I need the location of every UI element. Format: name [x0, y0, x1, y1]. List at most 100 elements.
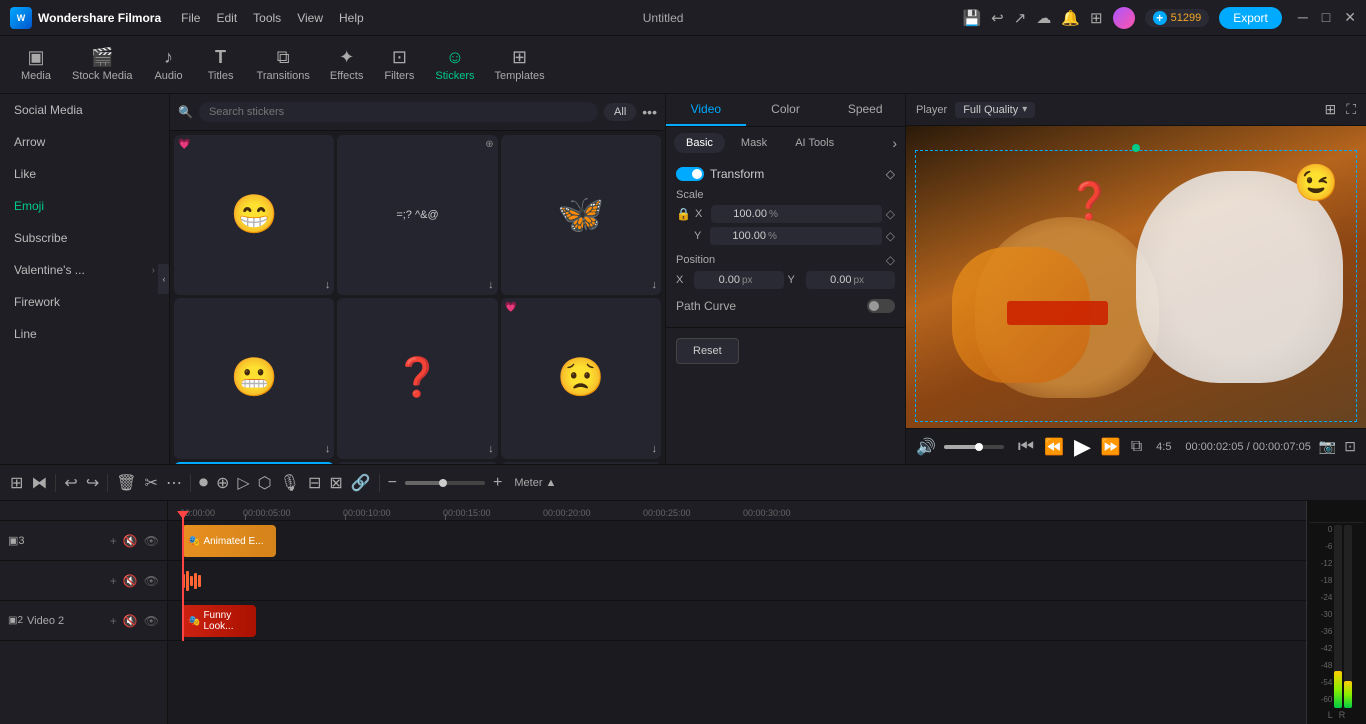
sticker-cell-3[interactable]: 🦋 ↓: [501, 135, 661, 295]
scale-x-field[interactable]: %: [711, 205, 882, 223]
sub-tab-more-icon[interactable]: ›: [892, 135, 897, 151]
menu-view[interactable]: View: [297, 11, 323, 25]
minimize-button[interactable]: ─: [1298, 9, 1308, 26]
scale-x-input[interactable]: [717, 208, 767, 220]
undo-icon[interactable]: ↩: [64, 473, 77, 493]
zoom-slider-wrap[interactable]: [405, 481, 485, 485]
toolbar-item-stickers[interactable]: ☺ Stickers: [425, 43, 484, 86]
sticker-cell-6[interactable]: 😟 💗 ↓: [501, 298, 661, 458]
menu-file[interactable]: File: [181, 11, 200, 25]
play-icon[interactable]: ▶: [1074, 434, 1091, 460]
fullscreen-icon[interactable]: ⛶: [1346, 101, 1356, 118]
volume-icon[interactable]: 🔊: [916, 437, 936, 457]
playhead[interactable]: [182, 517, 184, 641]
share-icon[interactable]: ↗: [1014, 9, 1027, 27]
pos-x-field[interactable]: px: [694, 271, 784, 289]
sidebar-item-arrow[interactable]: Arrow: [0, 126, 169, 158]
menu-help[interactable]: Help: [339, 11, 364, 25]
clip-animated[interactable]: 🎭 Animated E...: [182, 525, 276, 557]
shield-icon[interactable]: ⬡: [258, 473, 272, 493]
track-add-icon[interactable]: ⊞: [10, 473, 23, 493]
pip-icon[interactable]: ⊡: [1344, 438, 1356, 455]
collapse-sidebar-btn[interactable]: ‹: [158, 264, 170, 294]
tab-video[interactable]: Video: [666, 94, 746, 126]
meter-label[interactable]: Meter ▲: [514, 477, 556, 489]
sidebar-item-social-media[interactable]: Social Media: [0, 94, 169, 126]
more-tools-icon[interactable]: ⋯: [166, 473, 182, 493]
track3-mute-icon[interactable]: 🔇: [123, 534, 138, 548]
track2-add-icon[interactable]: +: [110, 614, 117, 628]
sub-tab-ai[interactable]: AI Tools: [783, 133, 846, 153]
sidebar-item-valentines[interactable]: Valentine's ... ›: [0, 254, 169, 286]
sticker-cell-1[interactable]: 😁 💗 ↓: [174, 135, 334, 295]
export-button[interactable]: Export: [1219, 7, 1282, 29]
redo-icon[interactable]: ↪: [86, 473, 99, 493]
pos-y-input[interactable]: [812, 274, 852, 286]
track3-eye-icon[interactable]: 👁: [144, 534, 159, 548]
toolbar-item-stock[interactable]: 🎬 Stock Media: [62, 43, 143, 86]
toolbar-item-templates[interactable]: ⊞ Templates: [484, 43, 554, 86]
compound-icon[interactable]: ⊠: [329, 473, 342, 493]
undo-title-icon[interactable]: ↩: [991, 9, 1004, 27]
transform-reset-icon[interactable]: ◇: [886, 167, 895, 181]
snapshot-icon[interactable]: 📷: [1319, 438, 1336, 455]
reset-button[interactable]: Reset: [676, 338, 739, 364]
clip-icon[interactable]: ▷: [237, 473, 249, 493]
cut-icon[interactable]: ✂: [145, 473, 158, 493]
position-diamond[interactable]: ◇: [886, 253, 895, 267]
link-icon[interactable]: 🔗: [351, 473, 371, 493]
audio-mute-icon[interactable]: 🔇: [123, 574, 138, 588]
layout-icon[interactable]: ⊟: [308, 473, 321, 493]
sidebar-item-subscribe[interactable]: Subscribe: [0, 222, 169, 254]
sidebar-item-line[interactable]: Line: [0, 318, 169, 350]
filter-dropdown[interactable]: All: [604, 103, 636, 121]
toolbar-item-audio[interactable]: ♪ Audio: [143, 43, 195, 86]
path-curve-toggle[interactable]: [867, 299, 895, 313]
more-icon[interactable]: •••: [642, 104, 657, 120]
zoom-in-icon[interactable]: +: [493, 474, 502, 492]
toolbar-item-filters[interactable]: ⊡ Filters: [373, 43, 425, 86]
grid-view-icon[interactable]: ⊞: [1324, 101, 1336, 118]
toolbar-item-transitions[interactable]: ⧉ Transitions: [247, 43, 320, 86]
volume-slider[interactable]: [944, 445, 1004, 449]
audio-eye-icon[interactable]: 👁: [144, 574, 159, 588]
search-input[interactable]: [199, 102, 598, 122]
motion-icon[interactable]: ⊕: [216, 473, 229, 493]
save-icon[interactable]: 💾: [962, 9, 981, 27]
transform-header[interactable]: Transform ◇: [676, 167, 895, 181]
quality-dropdown[interactable]: Full Quality ▾: [955, 102, 1035, 118]
scale-y-diamond[interactable]: ◇: [886, 229, 895, 243]
pos-y-field[interactable]: px: [806, 271, 896, 289]
maximize-button[interactable]: □: [1322, 9, 1330, 26]
step-forward-icon[interactable]: ⏩: [1101, 437, 1121, 457]
sticker-cell-5[interactable]: ❓ ↓: [337, 298, 497, 458]
sidebar-item-emoji[interactable]: Emoji: [0, 190, 169, 222]
sticker-cell-4[interactable]: 😬 ↓: [174, 298, 334, 458]
menu-edit[interactable]: Edit: [216, 11, 237, 25]
sidebar-item-firework[interactable]: Firework: [0, 286, 169, 318]
audio-add-icon[interactable]: +: [110, 574, 117, 588]
sub-tab-mask[interactable]: Mask: [729, 133, 779, 153]
close-button[interactable]: ✕: [1344, 9, 1356, 26]
sticker-cell-2[interactable]: =;? ^&@ ↓ ⊕: [337, 135, 497, 295]
cloud-icon[interactable]: ☁: [1036, 9, 1051, 27]
toolbar-item-effects[interactable]: ✦ Effects: [320, 43, 373, 86]
loop-icon[interactable]: ⧉: [1131, 438, 1142, 456]
mic-icon[interactable]: 🎙: [280, 473, 300, 493]
zoom-out-icon[interactable]: −: [388, 474, 397, 492]
sidebar-item-like[interactable]: Like: [0, 158, 169, 190]
sub-tab-basic[interactable]: Basic: [674, 133, 725, 153]
scale-x-diamond[interactable]: ◇: [886, 207, 895, 221]
lock-icon[interactable]: 🔒: [676, 207, 691, 221]
magnetic-snap-icon[interactable]: ⧓: [31, 473, 47, 493]
step-back-icon[interactable]: ⏪: [1044, 437, 1064, 457]
track2-eye-icon[interactable]: 👁: [144, 614, 159, 628]
delete-icon[interactable]: 🗑: [116, 473, 136, 493]
track2-mute-icon[interactable]: 🔇: [123, 614, 138, 628]
notif-icon[interactable]: 🔔: [1061, 9, 1080, 27]
toolbar-item-media[interactable]: ▣ Media: [10, 43, 62, 86]
menu-tools[interactable]: Tools: [253, 11, 281, 25]
track3-add-icon[interactable]: +: [110, 534, 117, 548]
pos-x-input[interactable]: [700, 274, 740, 286]
record-icon[interactable]: ⏺: [199, 472, 208, 493]
